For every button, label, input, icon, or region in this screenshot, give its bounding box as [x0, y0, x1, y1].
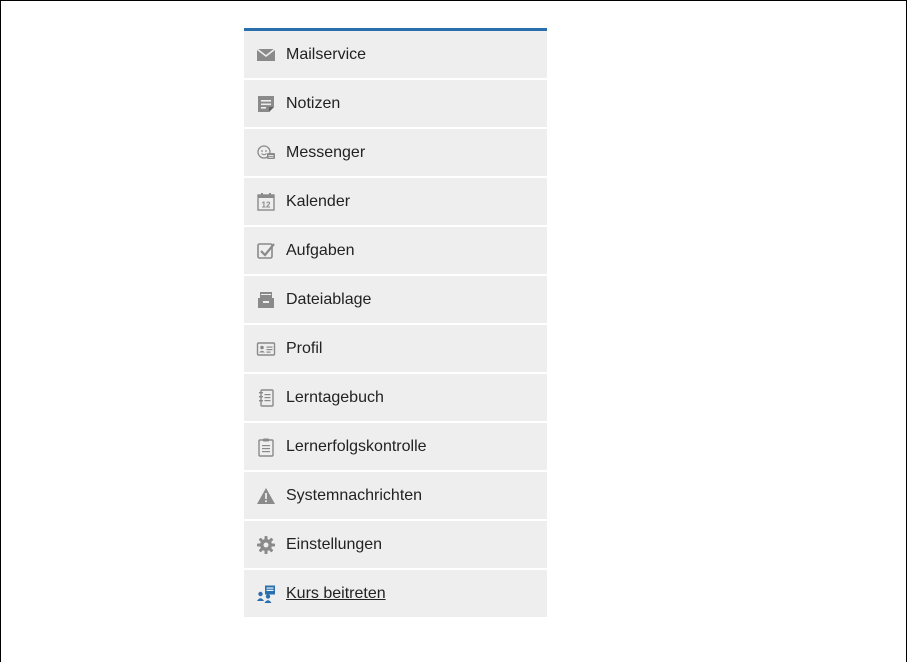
menu-item-label: Messenger	[286, 143, 366, 161]
menu-item-label: Profil	[286, 339, 323, 357]
menu-item-lernerfolgskontrolle[interactable]: Lernerfolgskontrolle	[244, 423, 547, 470]
menu-item-label-link[interactable]: Kurs beitreten	[286, 585, 386, 603]
menu-item-label: Einstellungen	[286, 535, 383, 553]
note-icon	[256, 94, 276, 114]
checkbox-icon	[256, 241, 276, 261]
menu-item-label: Dateiablage	[286, 290, 372, 308]
menu-item-systemnachrichten[interactable]: Systemnachrichten	[244, 472, 547, 519]
join-course-icon	[256, 584, 276, 604]
menu-item-messenger[interactable]: Messenger	[244, 129, 547, 176]
menu-item-dateiablage[interactable]: Dateiablage	[244, 276, 547, 323]
menu-item-label: Mailservice	[286, 45, 367, 63]
clipboard-icon	[256, 437, 276, 457]
menu-item-aufgaben[interactable]: Aufgaben	[244, 227, 547, 274]
sidebar-menu: Mailservice Notizen Messenger 12 Kalende…	[244, 28, 547, 617]
menu-item-label: Notizen	[286, 94, 341, 112]
menu-item-notizen[interactable]: Notizen	[244, 80, 547, 127]
menu-item-label: Kalender	[286, 192, 351, 210]
menu-item-kalender[interactable]: 12 Kalender	[244, 178, 547, 225]
menu-item-label: Lernerfolgskontrolle	[286, 437, 427, 455]
menu-item-kurs-beitreten[interactable]: Kurs beitreten	[244, 570, 547, 617]
menu-item-label: Aufgaben	[286, 241, 355, 259]
menu-item-mailservice[interactable]: Mailservice	[244, 31, 547, 78]
menu-item-einstellungen[interactable]: Einstellungen	[244, 521, 547, 568]
menu-item-profil[interactable]: Profil	[244, 325, 547, 372]
menu-item-label: Lerntagebuch	[286, 388, 384, 406]
warning-icon	[256, 486, 276, 506]
menu-item-lerntagebuch[interactable]: Lerntagebuch	[244, 374, 547, 421]
envelope-icon	[256, 45, 276, 65]
id-card-icon	[256, 339, 276, 359]
menu-item-label: Systemnachrichten	[286, 486, 423, 504]
calendar-day-text: 12	[262, 200, 271, 209]
gear-icon	[256, 535, 276, 555]
notebook-icon	[256, 388, 276, 408]
calendar-icon: 12	[256, 192, 276, 212]
chat-icon	[256, 143, 276, 163]
file-cabinet-icon	[256, 290, 276, 310]
